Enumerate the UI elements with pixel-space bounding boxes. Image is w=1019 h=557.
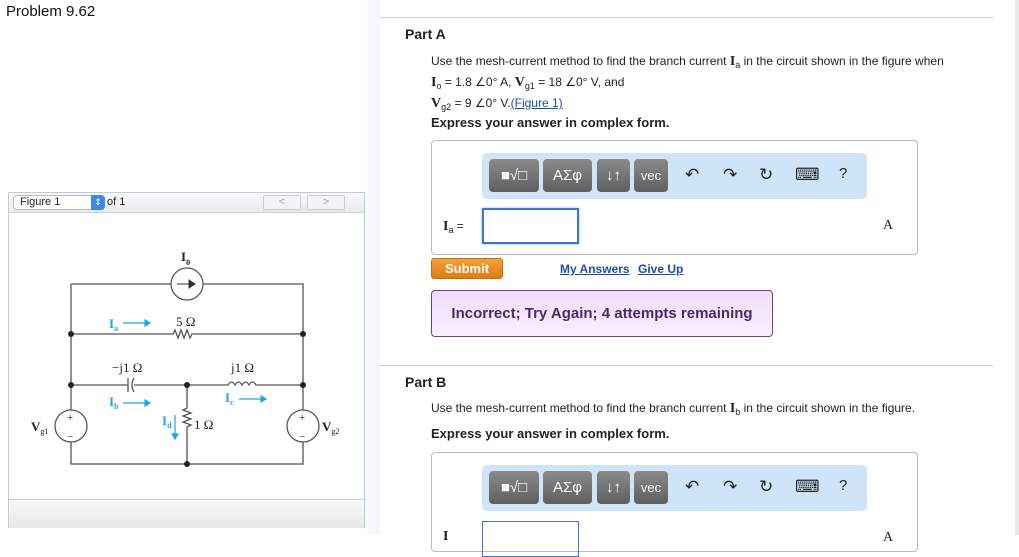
arrows-button[interactable]: ↓↑: [597, 159, 630, 192]
figure-footer: [9, 499, 364, 528]
prev-figure-button[interactable]: <: [263, 195, 301, 210]
part-a-answer-box: ■√□ ΑΣφ ↓↑ vec ↶ ↷ ↻ ⌨ ? Ia = A: [431, 140, 918, 255]
arrow-ib-icon: [123, 398, 152, 408]
scrollbar[interactable]: [1015, 0, 1019, 535]
divider: [380, 17, 993, 18]
undo-icon[interactable]: ↶: [685, 165, 699, 185]
label-capacitor: −j1 Ω: [112, 360, 142, 375]
redo-icon[interactable]: ↷: [723, 477, 737, 497]
arrow-ia-icon: [123, 318, 152, 328]
part-b-title: Part B: [405, 374, 447, 390]
label-inductor: j1 Ω: [230, 360, 254, 375]
figure-count: of 1: [107, 196, 126, 208]
answer-input[interactable]: [482, 521, 579, 557]
math-toolbar: ■√□ ΑΣφ ↓↑ vec ↶ ↷ ↻ ⌨ ?: [482, 153, 867, 199]
circuit-diagram: + − + − I0 5 Ω −j1 Ω j1 Ω 1 Ω Vg1 Vg2 Ia…: [31, 249, 339, 467]
arrow-ic-icon: [239, 394, 268, 404]
feedback-message: Incorrect; Try Again; 4 attempts remaini…: [431, 290, 773, 337]
vec-button[interactable]: vec: [634, 159, 668, 192]
label-id: Id: [162, 413, 172, 430]
part-b-question: Use the mesh-current method to find the …: [431, 401, 916, 417]
submit-button[interactable]: Submit: [431, 258, 503, 279]
templates-button[interactable]: ■√□: [489, 159, 539, 192]
divider: [380, 365, 993, 366]
label-ia: Ia: [109, 316, 118, 333]
answer-label: Ia =: [443, 219, 464, 235]
figure-select[interactable]: Figure 1 ⇕: [13, 195, 105, 210]
vec-button[interactable]: vec: [634, 471, 668, 504]
part-a-question: Use the mesh-current method to find the …: [431, 54, 944, 112]
reset-icon[interactable]: ↻: [759, 477, 773, 497]
vg1-plus: +: [67, 412, 73, 424]
arrow-id-icon: [170, 415, 180, 441]
label-ib: Ib: [109, 394, 119, 411]
part-a-instruction: Express your answer in complex form.: [431, 115, 670, 130]
vg2-minus: −: [299, 431, 305, 443]
redo-icon[interactable]: ↷: [723, 165, 737, 185]
part-b-instruction: Express your answer in complex form.: [431, 426, 670, 441]
arrows-button[interactable]: ↓↑: [597, 471, 630, 504]
my-answers-link[interactable]: My Answers: [560, 262, 630, 276]
reset-icon[interactable]: ↻: [759, 165, 773, 185]
unit-label: A: [883, 218, 894, 233]
current-source-arrow-icon: [177, 279, 196, 289]
answer-label: I: [443, 529, 449, 544]
greek-button[interactable]: ΑΣφ: [543, 471, 592, 504]
figure-panel: Figure 1 ⇕ of 1 < > + − + − I0 5 Ω −j1 Ω …: [8, 192, 365, 528]
undo-icon[interactable]: ↶: [685, 477, 699, 497]
keyboard-icon[interactable]: ⌨: [795, 165, 820, 185]
part-a-title: Part A: [405, 26, 446, 42]
label-i0: I0: [181, 249, 190, 267]
label-vg2: Vg2: [322, 419, 339, 436]
label-1ohm: 1 Ω: [194, 417, 213, 432]
templates-button[interactable]: ■√□: [489, 471, 539, 504]
answer-input[interactable]: [482, 208, 579, 244]
vg1-minus: −: [67, 431, 73, 443]
help-icon[interactable]: ?: [839, 165, 847, 182]
figure-header: Figure 1 ⇕ of 1 < >: [9, 193, 364, 213]
vg2-plus: +: [299, 412, 305, 424]
label-ic: Ic: [225, 390, 234, 407]
part-b-answer-box: ■√□ ΑΣφ ↓↑ vec ↶ ↷ ↻ ⌨ ? I A: [431, 452, 918, 557]
label-vg1: Vg1: [31, 419, 48, 436]
select-arrows-icon: ⇕: [91, 195, 105, 210]
math-toolbar: ■√□ ΑΣφ ↓↑ vec ↶ ↷ ↻ ⌨ ?: [482, 465, 867, 511]
greek-button[interactable]: ΑΣφ: [543, 159, 592, 192]
keyboard-icon[interactable]: ⌨: [795, 477, 820, 497]
next-figure-button[interactable]: >: [307, 195, 345, 210]
label-5ohm: 5 Ω: [176, 314, 195, 329]
give-up-link[interactable]: Give Up: [638, 262, 683, 276]
figure-select-value: Figure 1: [20, 196, 61, 208]
figure-link[interactable]: (Figure 1): [511, 96, 563, 110]
unit-label: A: [883, 530, 894, 545]
left-panel: Problem 9.62 Figure 1 ⇕ of 1 < > + − + − …: [0, 0, 380, 535]
problem-title: Problem 9.62: [6, 3, 96, 20]
help-icon[interactable]: ?: [839, 477, 847, 494]
